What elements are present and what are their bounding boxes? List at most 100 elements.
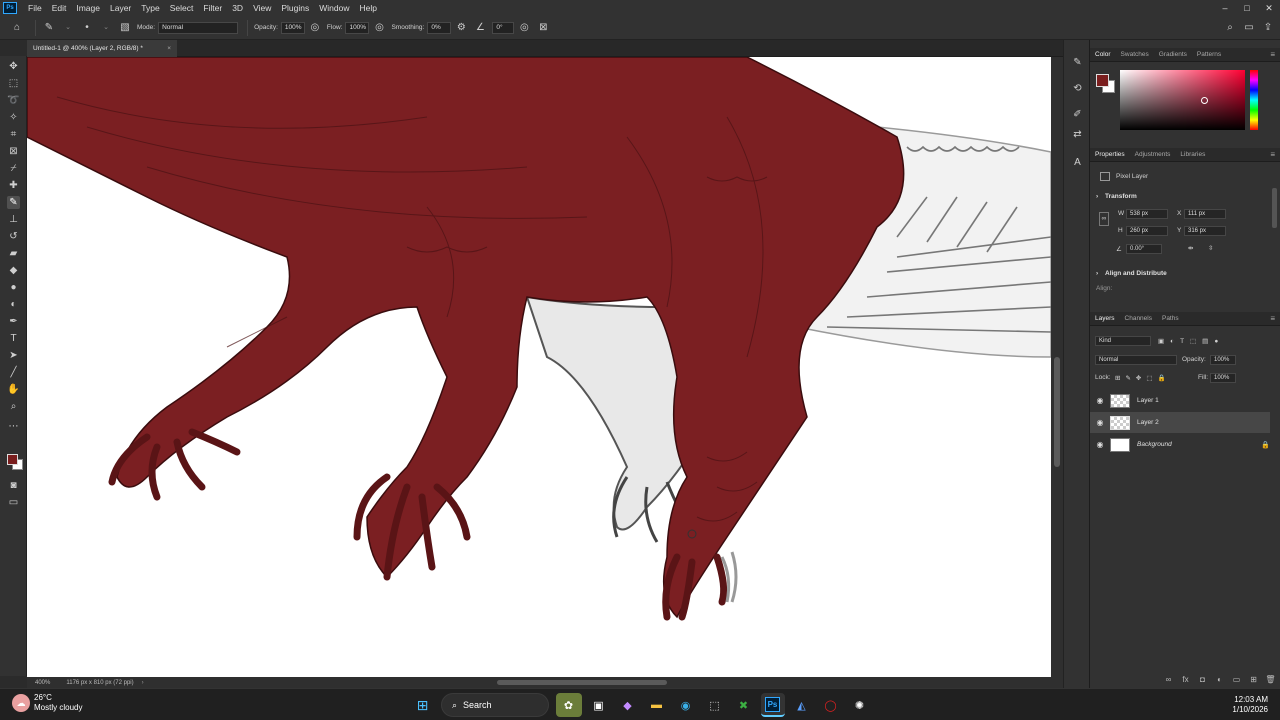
clone-stamp-icon[interactable]: ⊥ — [7, 213, 20, 226]
hue-slider[interactable] — [1250, 70, 1258, 130]
tab-properties[interactable]: Properties — [1090, 151, 1130, 158]
brush-tool-icon[interactable]: ✎ — [42, 21, 56, 35]
foreground-color-swatch[interactable] — [7, 454, 18, 465]
paint-bucket-icon[interactable]: ◆ — [7, 264, 20, 277]
zoom-tool-icon[interactable]: ⌕ — [7, 400, 20, 413]
link-icon[interactable]: ∞ — [1099, 212, 1109, 226]
menu-type[interactable]: Type — [136, 3, 164, 13]
brushes-icon[interactable]: ✐ — [1071, 108, 1084, 121]
path-select-icon[interactable]: ➤ — [7, 349, 20, 362]
brush-tool-icon[interactable]: ✎ — [7, 196, 20, 209]
widgets-icon[interactable]: ✿ — [555, 693, 582, 717]
eraser-icon[interactable]: ▰ — [7, 247, 20, 260]
menu-window[interactable]: Window — [314, 3, 354, 13]
flip-vertical-icon[interactable]: ⇳ — [1208, 244, 1213, 252]
height-field[interactable]: 260 px — [1126, 226, 1168, 236]
magic-wand-icon[interactable]: ✧ — [7, 111, 20, 124]
zoom-level[interactable]: 400% — [27, 680, 58, 686]
brush-settings-icon[interactable]: ✎ — [1071, 56, 1084, 69]
dodge-tool-icon[interactable]: ◐ — [7, 298, 20, 311]
layer-filter-select[interactable]: Kind — [1095, 336, 1151, 346]
flow-input[interactable]: 100% — [345, 21, 370, 34]
width-field[interactable]: 538 px — [1126, 209, 1168, 219]
smoothing-input[interactable]: 0% — [427, 21, 452, 34]
home-icon[interactable]: ⌂ — [10, 21, 24, 35]
layer-name[interactable]: Layer 1 — [1137, 397, 1159, 404]
tab-layers[interactable]: Layers — [1090, 315, 1120, 322]
lock-icon[interactable]: 🔒 — [1261, 441, 1270, 449]
lasso-tool-icon[interactable]: ➰ — [7, 94, 20, 107]
screen-mode-icon[interactable]: ▭ — [7, 496, 20, 509]
workspace-icon[interactable]: ▭ — [1242, 21, 1256, 35]
blur-tool-icon[interactable]: ● — [7, 281, 20, 294]
document-canvas[interactable] — [27, 57, 1051, 677]
x-field[interactable]: 111 px — [1184, 209, 1226, 219]
transform-title[interactable]: Transform — [1105, 193, 1137, 200]
chevron-down-icon[interactable]: › — [1096, 270, 1098, 277]
edge-browser-icon[interactable]: ◉ — [674, 693, 698, 717]
menu-image[interactable]: Image — [71, 3, 105, 13]
lock-icons[interactable]: ⊞✎✥⬚🔒 — [1115, 374, 1171, 382]
move-tool-icon[interactable]: ✥ — [7, 60, 20, 73]
hand-tool-icon[interactable]: ✋ — [7, 383, 20, 396]
trash-icon[interactable]: 🗑 — [1262, 675, 1279, 684]
menu-select[interactable]: Select — [165, 3, 199, 13]
brush-settings-icon[interactable]: ▧ — [118, 21, 132, 35]
layer-row-layer-1[interactable]: ◉ Layer 1 — [1090, 390, 1270, 411]
marquee-tool-icon[interactable]: ⬚ — [7, 77, 20, 90]
search-box[interactable]: ⌕ Search — [441, 693, 549, 717]
vertical-scrollbar[interactable] — [1051, 57, 1063, 677]
pressure-opacity-icon[interactable]: ◎ — [308, 21, 322, 35]
tab-paths[interactable]: Paths — [1157, 315, 1184, 322]
minimize-icon[interactable]: – — [1214, 0, 1236, 16]
angle-field[interactable]: 0.00° — [1126, 244, 1162, 254]
angle-icon[interactable]: ∠ — [473, 21, 487, 35]
panel-menu-icon[interactable]: ≡ — [1265, 150, 1280, 159]
fill-field[interactable]: 100% — [1210, 373, 1236, 383]
menu-filter[interactable]: Filter — [198, 3, 227, 13]
tab-channels[interactable]: Channels — [1120, 315, 1157, 322]
opacity-input[interactable]: 100% — [280, 21, 305, 34]
menu-help[interactable]: Help — [354, 3, 381, 13]
line-tool-icon[interactable]: ╱ — [7, 366, 20, 379]
scroll-thumb[interactable] — [1054, 357, 1060, 467]
search-icon[interactable]: ⌕ — [1223, 21, 1237, 35]
menu-layer[interactable]: Layer — [105, 3, 136, 13]
chevron-down-icon[interactable]: ⌄ — [61, 21, 75, 35]
weather-widget[interactable]: ☁ 26°C Mostly cloudy — [12, 693, 82, 713]
crop-tool-icon[interactable]: ⌗ — [7, 128, 20, 141]
adjustment-layer-icon[interactable]: ◐ — [1211, 675, 1228, 684]
pressure-size-icon[interactable]: ◎ — [517, 21, 531, 35]
blend-mode-select[interactable]: Normal — [1095, 355, 1177, 365]
copilot-icon[interactable]: ◆ — [616, 693, 640, 717]
share-icon[interactable]: ⇪ — [1261, 21, 1275, 35]
close-icon[interactable]: ✕ — [1258, 0, 1280, 16]
tab-patterns[interactable]: Patterns — [1192, 51, 1226, 58]
eye-icon[interactable]: ◉ — [1090, 418, 1110, 427]
menu-view[interactable]: View — [248, 3, 276, 13]
affinity-icon[interactable]: ◭ — [790, 693, 814, 717]
maximize-icon[interactable]: □ — [1236, 0, 1258, 16]
task-view-icon[interactable]: ▣ — [587, 693, 611, 717]
chevron-down-icon[interactable]: ⌄ — [99, 21, 113, 35]
y-field[interactable]: 316 px — [1184, 226, 1226, 236]
chevron-down-icon[interactable]: › — [1096, 193, 1098, 200]
layer-row-background[interactable]: ◉ Background 🔒 — [1090, 434, 1270, 455]
layer-name[interactable]: Layer 2 — [1137, 419, 1159, 426]
windows-start-icon[interactable]: ⊞ — [411, 693, 435, 717]
panel-menu-icon[interactable]: ≡ — [1265, 314, 1280, 323]
pen-tool-icon[interactable]: ✒ — [7, 315, 20, 328]
opacity-field[interactable]: 100% — [1210, 355, 1236, 365]
opera-icon[interactable]: ◯ — [819, 693, 843, 717]
gear-icon[interactable]: ⚙ — [454, 21, 468, 35]
layer-name[interactable]: Background — [1137, 441, 1172, 448]
xbox-icon[interactable]: ✖ — [732, 693, 756, 717]
menu-file[interactable]: File — [23, 3, 47, 13]
microsoft-store-icon[interactable]: ⬚ — [703, 693, 727, 717]
flip-horizontal-icon[interactable]: ⇹ — [1188, 244, 1193, 252]
photoshop-taskbar-icon[interactable]: Ps — [760, 693, 785, 717]
new-group-icon[interactable]: ▭ — [1228, 675, 1245, 684]
airbrush-icon[interactable]: ◎ — [372, 21, 386, 35]
properties-scrollbar[interactable] — [1272, 188, 1277, 228]
align-title[interactable]: Align and Distribute — [1105, 270, 1167, 277]
